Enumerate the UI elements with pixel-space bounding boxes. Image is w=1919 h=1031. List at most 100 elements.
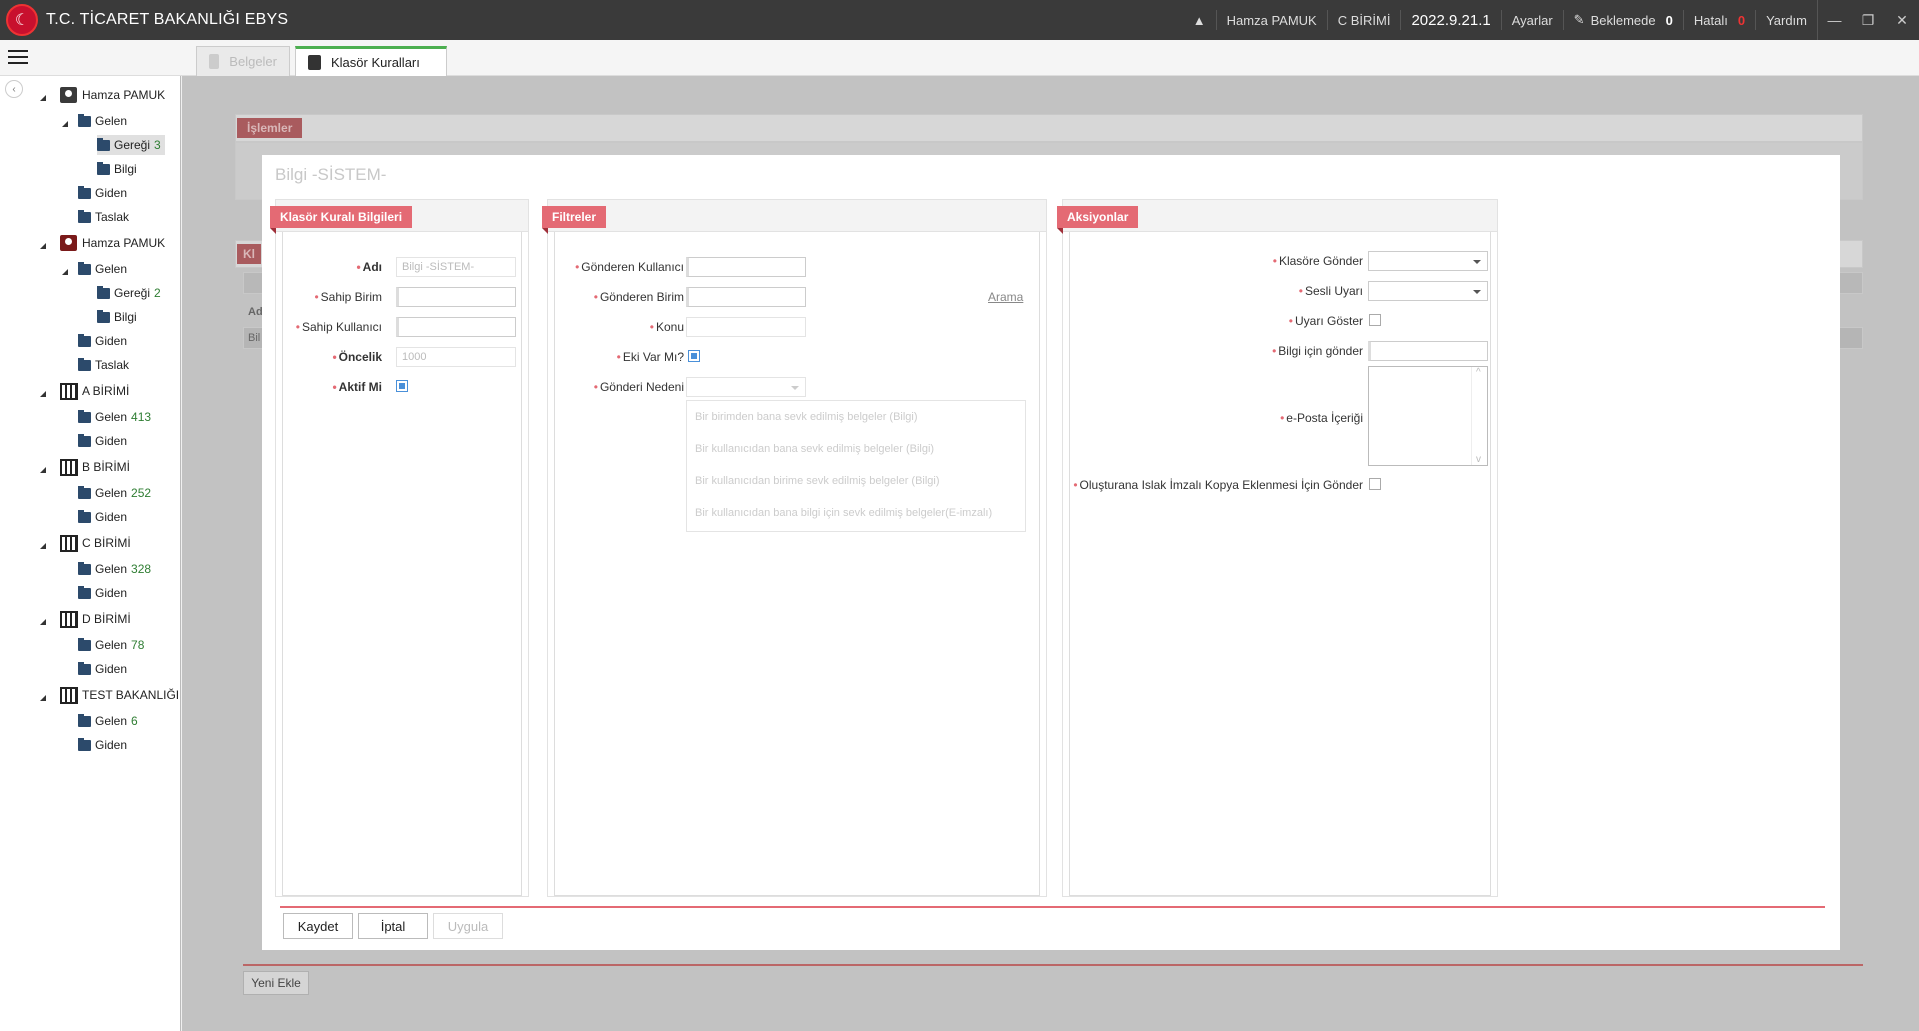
expander-icon[interactable] (40, 619, 46, 625)
expander-icon[interactable] (40, 391, 46, 397)
tree-taslak[interactable]: Taslak (78, 207, 129, 227)
folder-tree: ‹ Hamza PAMUK Gelen Gereği 3 Bilgi Giden… (0, 76, 181, 1031)
subject-input[interactable] (686, 317, 806, 337)
current-user[interactable]: Hamza PAMUK (1215, 10, 1327, 30)
new-rule-button[interactable]: Yeni Ekle (243, 971, 309, 995)
tree-gelen[interactable]: Gelen (78, 111, 127, 131)
expander-icon[interactable] (40, 243, 46, 249)
reason-option[interactable]: Bir kullanıcıdan bana bilgi için sevk ed… (695, 507, 992, 519)
title-bar: ☾ T.C. TİCARET BAKANLIĞI EBYS ▲ Hamza PA… (0, 0, 1919, 40)
owner-user-input[interactable] (396, 317, 516, 337)
tree-geregi[interactable]: Gereği 2 (97, 283, 161, 303)
scrollbar[interactable] (1471, 367, 1487, 465)
active-label: • Aktif Mi (332, 380, 382, 394)
notification-icon[interactable]: ▲ (1183, 10, 1216, 30)
tab-klasor-kurallari[interactable]: Klasör Kuralları (295, 46, 447, 76)
tree-count: 413 (131, 410, 152, 424)
tree-gelen[interactable]: Gelen 78 (78, 635, 144, 655)
expander-icon[interactable] (40, 695, 46, 701)
reason-option[interactable]: Bir birimden bana sevk edilmiş belgeler … (695, 411, 918, 423)
pending-indicator[interactable]: ✎ Beklemede 0 (1562, 10, 1683, 30)
tree-label: Giden (95, 510, 128, 524)
sender-user-input[interactable] (686, 257, 806, 277)
tree-bilgi[interactable]: Bilgi (97, 159, 137, 179)
tree-user-hamza-role[interactable]: Hamza PAMUK (60, 233, 165, 253)
tree-giden[interactable]: Giden (78, 331, 127, 351)
tree-unit-b[interactable]: B BİRİMİ (60, 457, 130, 477)
attachment-checkbox[interactable] (688, 350, 700, 362)
tree-geregi-selected[interactable]: Gereği 3 (97, 135, 165, 155)
tree-giden[interactable]: Giden (78, 431, 127, 451)
tree-unit-a[interactable]: A BİRİMİ (60, 381, 129, 401)
tree-unit-d[interactable]: D BİRİMİ (60, 609, 131, 629)
tree-giden[interactable]: Giden (78, 735, 127, 755)
wet-signed-copy-checkbox[interactable] (1369, 478, 1381, 490)
error-indicator[interactable]: Hatalı 0 (1682, 10, 1755, 30)
search-link[interactable]: Arama (988, 290, 1023, 304)
tree-label: Bilgi (114, 162, 137, 176)
operations-label: İşlemler (237, 118, 303, 138)
help-link[interactable]: Yardım (1755, 10, 1817, 30)
panel-header: Klasör Kuralı Bilgileri (270, 206, 413, 234)
collapse-sidebar-icon[interactable]: ‹ (5, 80, 23, 98)
owner-unit-input[interactable] (396, 287, 516, 307)
expander-icon[interactable] (40, 95, 46, 101)
menu-icon[interactable] (8, 50, 28, 66)
expander-icon[interactable] (62, 121, 68, 127)
active-checkbox[interactable] (396, 380, 408, 392)
document-icon (209, 54, 220, 69)
current-unit[interactable]: C BİRİMİ (1326, 10, 1401, 30)
tree-gelen[interactable]: Gelen 6 (78, 711, 138, 731)
tree-unit-test[interactable]: TEST BAKANLIĞI (60, 685, 179, 705)
reason-option[interactable]: Bir kullanıcıdan birime sevk edilmiş bel… (695, 475, 940, 487)
tree-label: Giden (95, 334, 128, 348)
show-alert-checkbox[interactable] (1369, 314, 1381, 326)
tree-unit-c[interactable]: C BİRİMİ (60, 533, 131, 553)
folder-icon (78, 261, 91, 275)
close-icon[interactable]: ✕ (1885, 0, 1919, 40)
apply-button[interactable]: Uygula (433, 913, 503, 939)
sound-alert-select[interactable] (1368, 281, 1488, 301)
tree-label: Taslak (95, 358, 130, 372)
priority-label: • Öncelik (332, 350, 382, 364)
tree-label: C BİRİMİ (82, 536, 131, 550)
tree-user-hamza[interactable]: Hamza PAMUK (60, 85, 165, 105)
tree-taslak[interactable]: Taslak (78, 355, 129, 375)
building-icon (60, 382, 78, 400)
minimize-icon[interactable]: — (1817, 0, 1851, 40)
save-button[interactable]: Kaydet (283, 913, 353, 939)
folder-icon (78, 509, 91, 523)
expander-icon[interactable] (40, 467, 46, 473)
folder-icon (78, 113, 91, 127)
tree-bilgi[interactable]: Bilgi (97, 307, 137, 327)
tree-giden[interactable]: Giden (78, 659, 127, 679)
restore-icon[interactable]: ❐ (1851, 0, 1885, 40)
sender-unit-input[interactable] (686, 287, 806, 307)
app-version: 2022.9.21.1 (1400, 10, 1500, 30)
tree-gelen[interactable]: Gelen 413 (78, 407, 151, 427)
expander-icon[interactable] (40, 543, 46, 549)
tree-label: A BİRİMİ (82, 384, 130, 398)
tree-gelen[interactable]: Gelen 252 (78, 483, 151, 503)
tree-label: Gelen (95, 714, 128, 728)
tab-belgeler[interactable]: Belgeler (196, 46, 290, 76)
email-content-label: • e-Posta İçeriği (1280, 411, 1363, 425)
send-folder-select[interactable] (1368, 251, 1488, 271)
reason-select[interactable] (686, 377, 806, 397)
cancel-button[interactable]: İptal (358, 913, 428, 939)
pending-count: 0 (1665, 12, 1673, 28)
email-content-textarea[interactable] (1368, 366, 1488, 466)
sound-alert-label: • Sesli Uyarı (1298, 284, 1363, 298)
tree-gelen[interactable]: Gelen 328 (78, 559, 151, 579)
tree-giden[interactable]: Giden (78, 183, 127, 203)
settings-link[interactable]: Ayarlar (1500, 10, 1563, 30)
tree-giden[interactable]: Giden (78, 507, 127, 527)
tree-giden[interactable]: Giden (78, 583, 127, 603)
tree-gelen[interactable]: Gelen (78, 259, 127, 279)
send-info-input[interactable] (1368, 341, 1488, 361)
reason-option[interactable]: Bir kullanıcıdan bana sevk edilmiş belge… (695, 443, 934, 455)
expander-icon[interactable] (62, 269, 68, 275)
name-input[interactable]: Bilgi -SİSTEM- (396, 257, 516, 277)
building-icon (60, 458, 78, 476)
priority-input[interactable]: 1000 (396, 347, 516, 367)
